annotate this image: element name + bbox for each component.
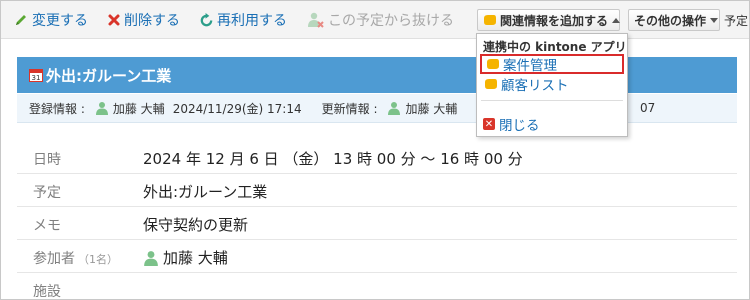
svg-text:31: 31 — [32, 74, 41, 82]
datetime-value: 2024 年 12 月 6 日 （金） 13 時 00 分 ～ 16 時 00 … — [143, 150, 523, 168]
registered-datetime: 2024/11/29(金) 17:14 — [172, 101, 302, 116]
close-label: 閉じる — [499, 118, 540, 134]
user-icon — [144, 250, 158, 266]
leave-event-link[interactable]: この予定から抜ける — [307, 10, 454, 30]
plan-label: 予定 — [33, 185, 61, 201]
calendar-icon: 31 — [29, 69, 43, 82]
participant-item[interactable]: 加藤 大輔 — [143, 247, 228, 268]
reuse-label: 再利用する — [217, 13, 287, 29]
updated-label: 更新情報 : — [321, 101, 378, 116]
related-info-dropdown: 連携中の kintone アプリ 案件管理 顧客リスト ✕ 閉じる — [476, 33, 628, 137]
user-remove-icon — [308, 12, 324, 28]
user-icon — [95, 102, 108, 115]
plan-value: 外出:ガルーン工業 — [143, 183, 268, 201]
detail-row-plan: 予定 外出:ガルーン工業 — [17, 174, 737, 207]
dropdown-item-customer-list[interactable]: 顧客リスト — [480, 74, 624, 94]
other-actions-label: その他の操作 — [634, 13, 707, 28]
kintone-icon — [487, 59, 499, 69]
edit-label: 変更する — [32, 13, 88, 29]
participant-name: 加藤 大輔 — [163, 249, 228, 267]
participants-count: （1名） — [78, 253, 118, 266]
x-icon — [108, 14, 120, 26]
updated-user[interactable]: 加藤 大輔 — [405, 100, 457, 117]
caret-up-icon — [612, 17, 621, 23]
dropdown-divider — [481, 100, 623, 101]
reuse-link[interactable]: 再利用する — [199, 10, 287, 30]
leave-label: この予定から抜ける — [328, 13, 454, 29]
detail-row-participants: 参加者 （1名） 加藤 大輔 — [17, 240, 737, 273]
other-actions-button[interactable]: その他の操作 — [628, 9, 720, 31]
refresh-icon — [200, 12, 213, 26]
dropdown-header: 連携中の kintone アプリ — [483, 40, 627, 54]
event-title-bar: 31 外出:ガルーン工業 — [17, 57, 737, 93]
registered-user[interactable]: 加藤 大輔 — [113, 100, 165, 117]
dropdown-item-case-management[interactable]: 案件管理 — [480, 54, 624, 74]
close-icon: ✕ — [483, 118, 495, 130]
registered-label: 登録情報 : — [29, 101, 85, 116]
dropdown-item-label: 顧客リスト — [501, 78, 569, 94]
detail-row-memo: メモ 保守契約の更新 — [17, 207, 737, 240]
add-related-info-button[interactable]: 関連情報を追加する — [477, 9, 621, 31]
memo-label: メモ — [33, 218, 61, 234]
kintone-icon — [485, 79, 497, 89]
datetime-label: 日時 — [33, 152, 61, 168]
kintone-icon — [484, 15, 496, 25]
user-icon — [388, 102, 401, 115]
facility-label: 施設 — [33, 284, 61, 300]
caret-down-icon — [710, 17, 719, 23]
pencil-icon — [16, 15, 26, 25]
registration-info: 登録情報 : 加藤 大輔 2024/11/29(金) 17:14 更新情報 : … — [17, 94, 737, 123]
dropdown-close-button[interactable]: ✕ 閉じる — [483, 114, 540, 134]
event-title: 外出:ガルーン工業 — [46, 66, 172, 85]
updated-datetime: 07 — [640, 101, 656, 115]
schedule-detail-window: 変更する 削除する 再利用する この予定から抜ける 関連情報を追加する その他の… — [0, 0, 750, 300]
add-related-label: 関連情報を追加する — [500, 13, 609, 28]
participants-label: 参加者 （1名） — [33, 248, 118, 268]
edit-link[interactable]: 変更する — [13, 10, 88, 30]
detail-row-facility: 施設 — [17, 273, 737, 300]
detail-row-datetime: 日時 2024 年 12 月 6 日 （金） 13 時 00 分 ～ 16 時 … — [17, 141, 737, 174]
memo-value: 保守契約の更新 — [143, 216, 249, 234]
delete-label: 削除する — [124, 13, 180, 29]
delete-link[interactable]: 削除する — [107, 10, 180, 30]
action-toolbar: 変更する 削除する 再利用する この予定から抜ける 関連情報を追加する その他の… — [1, 1, 749, 39]
dropdown-item-label: 案件管理 — [503, 58, 557, 74]
toolbar-trailing-text[interactable]: 予定の — [724, 12, 749, 29]
participants-label-text: 参加者 — [33, 251, 75, 267]
